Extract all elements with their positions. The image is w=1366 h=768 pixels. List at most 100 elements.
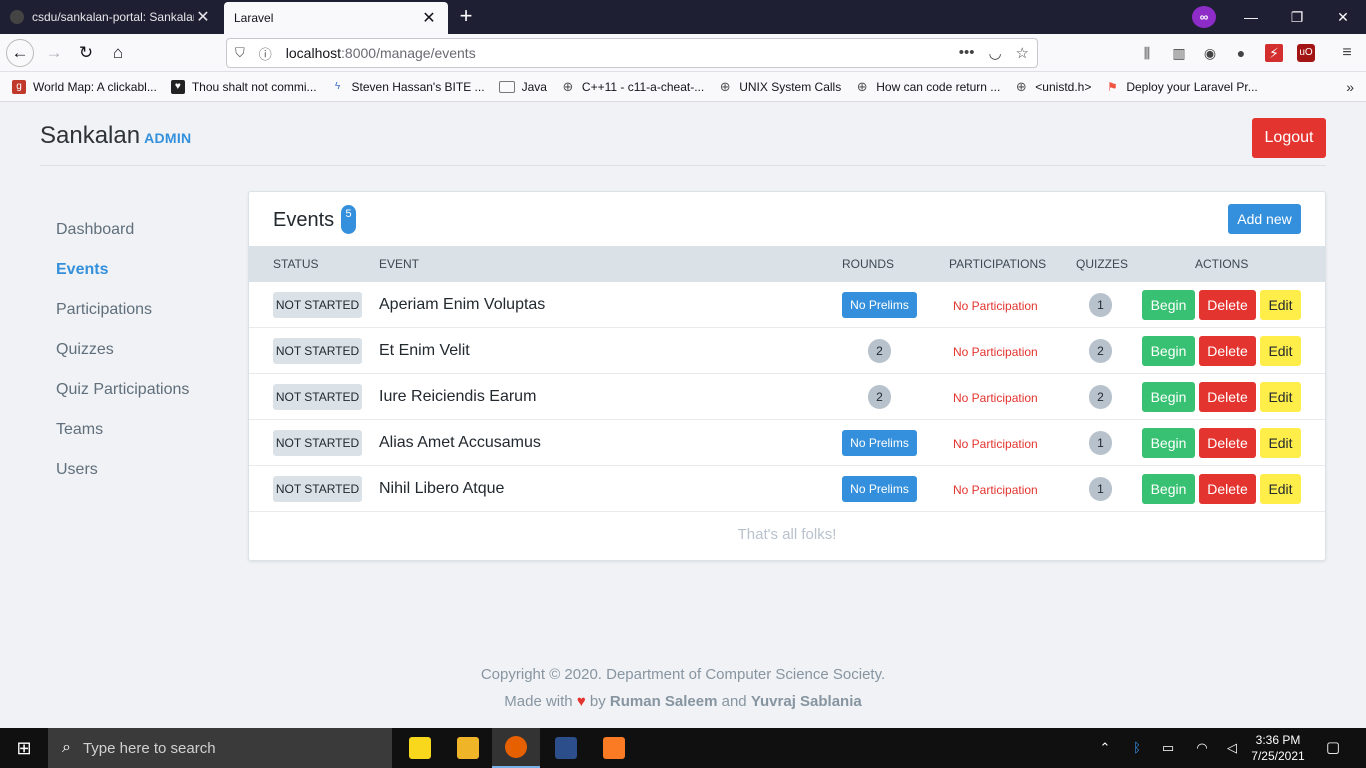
rounds-badge: No Prelims [842,476,917,502]
participation-status: No Participation [953,391,1038,405]
bookmark-item[interactable]: ⚑ Deploy your Laravel Pr... [1105,80,1258,94]
menu-icon[interactable]: ≡ [1338,44,1356,62]
sidebar-item-quiz-participations[interactable]: Quiz Participations [56,370,236,410]
more-actions-icon[interactable]: ••• [959,44,975,62]
taskbar-search-input[interactable]: ⌕ Type here to search [48,728,392,768]
logout-button[interactable]: Logout [1252,118,1326,158]
bookmark-label: Java [521,79,547,94]
shield-icon[interactable]: ⛉ [235,45,245,61]
sidebar-item-users[interactable]: Users [56,450,236,490]
windows-start-icon[interactable]: ⊞ [0,728,48,768]
taskbar-clock[interactable]: 3:36 PM 7/25/2021 [1248,732,1308,764]
windows-taskbar: ⊞ ⌕ Type here to search ⌃ ᛒ ▭ ◠ ◁ 3:36 P… [0,728,1366,768]
delete-button[interactable]: Delete [1199,428,1256,458]
author-name[interactable]: Ruman Saleem [610,693,718,710]
delete-button[interactable]: Delete [1199,382,1256,412]
sidebar-icon[interactable]: ▥ [1170,44,1188,62]
powershell-app[interactable] [542,728,590,768]
brand-logo[interactable]: Sankalan ADMIN [40,122,191,150]
bookmark-item[interactable]: ⊕ How can code return ... [855,78,1001,94]
tab-laravel[interactable]: Laravel ✕ [224,2,448,34]
bookmark-item[interactable]: ♥ Thou shalt not commi... [170,79,317,94]
account-icon[interactable]: ◉ [1201,44,1219,62]
event-name: Alias Amet Accusamus [379,434,541,451]
edit-button[interactable]: Edit [1260,382,1301,412]
begin-button[interactable]: Begin [1142,382,1195,412]
begin-button[interactable]: Begin [1142,428,1195,458]
xampp-icon [603,737,625,759]
file-explorer-app[interactable] [444,728,492,768]
firefox-app[interactable] [492,728,540,768]
bookmark-item[interactable]: ⊕ <unistd.h> [1014,78,1092,94]
edit-button[interactable]: Edit [1260,474,1301,504]
column-header-participations: PARTICIPATIONS [949,257,1047,271]
minimize-button[interactable]: — [1228,0,1274,34]
edit-button[interactable]: Edit [1260,290,1301,320]
reload-button[interactable]: ↻ [72,39,100,67]
sticky-notes-app[interactable] [396,728,444,768]
begin-button[interactable]: Begin [1142,290,1195,320]
ublock-icon[interactable]: uO [1297,44,1315,62]
back-button[interactable]: ← [6,39,34,67]
copyright-text: Copyright © 2020. Department of Computer… [480,666,886,683]
table-row: NOT STARTED Aperiam Enim Voluptas No Pre… [249,282,1325,328]
delete-button[interactable]: Delete [1199,474,1256,504]
home-button[interactable]: ⌂ [104,39,132,67]
author-name[interactable]: Yuvraj Sablania [751,693,862,710]
page-footer: Copyright © 2020. Department of Computer… [0,666,1366,710]
bookmark-item[interactable]: ⊕ C++11 - c11-a-cheat-... [561,79,704,94]
begin-button[interactable]: Begin [1142,474,1195,504]
library-icon[interactable]: ⫼ [1138,44,1156,62]
close-window-button[interactable]: ✕ [1320,0,1366,34]
notifications-icon[interactable]: ▢ [1324,739,1342,757]
chevron-up-icon[interactable]: ⌃ [1096,739,1114,757]
bookmark-item[interactable]: g World Map: A clickabl... [12,79,157,94]
add-new-button[interactable]: Add new [1228,204,1301,234]
squiggle-icon: ϟ [334,80,341,92]
close-icon[interactable]: ✕ [194,7,212,27]
close-icon[interactable]: ✕ [420,8,438,28]
edit-button[interactable]: Edit [1260,428,1301,458]
g-icon: g [12,79,26,94]
battery-icon[interactable]: ▭ [1159,739,1177,757]
column-header-quizzes: QUIZZES [1076,257,1129,271]
quizzes-count: 1 [1089,477,1112,501]
cookie-extension-icon[interactable]: ● [1232,44,1250,62]
extension-icon[interactable]: ⚡ [1265,44,1283,62]
bluetooth-icon[interactable]: ᛒ [1128,739,1146,757]
sidebar-item-quizzes[interactable]: Quizzes [56,330,236,370]
info-icon[interactable]: ⓘ [259,44,272,63]
browser-nav-bar: ← → ↻ ⌂ ⛉ ⓘ localhost:8000/manage/events… [0,34,1366,72]
globe-icon: ⊕ [856,78,868,94]
sidebar-item-dashboard[interactable]: Dashboard [56,210,236,250]
delete-button[interactable]: Delete [1199,290,1256,320]
table-row: NOT STARTED Nihil Libero Atque No Prelim… [249,466,1325,512]
chevron-right-icon[interactable]: » [1346,79,1354,95]
bookmark-folder[interactable]: Java [498,79,547,94]
bookmark-item[interactable]: ⊕ UNIX System Calls [718,79,842,94]
sidebar-item-events[interactable]: Events [56,250,236,290]
tab-github[interactable]: csdu/sankalan-portal: Sankalan ✕ [0,0,222,34]
bookmark-label: UNIX System Calls [739,79,842,94]
wifi-icon[interactable]: ◠ [1193,739,1211,757]
sidebar-item-teams[interactable]: Teams [56,410,236,450]
edit-button[interactable]: Edit [1260,336,1301,366]
sidebar-item-participations[interactable]: Participations [56,290,236,330]
quizzes-count: 2 [1089,385,1112,409]
forward-button[interactable]: → [40,39,68,67]
url-bar[interactable]: ⛉ ⓘ localhost:8000/manage/events ••• ◡ ☆ [226,38,1038,68]
bookmark-item[interactable]: ϟ Steven Hassan's BITE ... [331,80,485,94]
status-badge: NOT STARTED [273,476,362,502]
private-browsing-icon: ∞ [1192,6,1216,28]
restore-button[interactable]: ❐ [1274,0,1320,34]
new-tab-button[interactable]: + [454,4,478,28]
begin-button[interactable]: Begin [1142,336,1195,366]
pocket-icon[interactable]: ◡ [988,44,1001,62]
delete-button[interactable]: Delete [1199,336,1256,366]
bookmark-star-icon[interactable]: ☆ [1016,44,1029,62]
globe-icon: ⊕ [1015,78,1027,94]
credits-line: Made with ♥ by Ruman Saleem and Yuvraj S… [0,693,1366,710]
volume-muted-icon[interactable]: ◁ [1223,739,1241,757]
status-badge: NOT STARTED [273,384,362,410]
xampp-app[interactable] [590,728,638,768]
